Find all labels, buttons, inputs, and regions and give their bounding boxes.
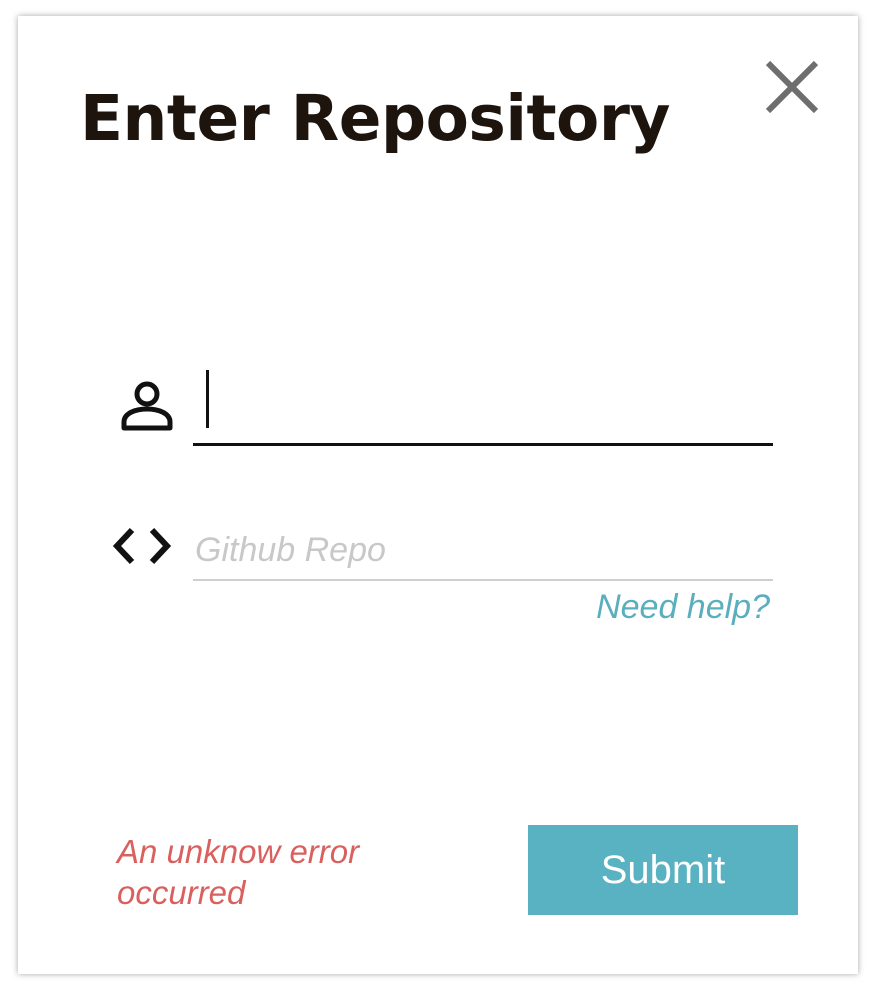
error-message: An unknow error occurred (117, 833, 360, 911)
code-icon (112, 527, 172, 565)
user-icon (121, 381, 173, 431)
dialog-title: Enter Repository (80, 82, 670, 155)
text-cursor (206, 370, 209, 428)
need-help-link[interactable]: Need help? (596, 588, 770, 627)
username-input[interactable] (193, 364, 773, 446)
close-button[interactable] (764, 59, 820, 115)
submit-button[interactable]: Submit (528, 825, 798, 915)
repository-dialog: Enter Repository Need help? An unknow er… (18, 16, 858, 974)
github-repo-input[interactable] (193, 521, 773, 581)
close-icon (765, 60, 819, 114)
